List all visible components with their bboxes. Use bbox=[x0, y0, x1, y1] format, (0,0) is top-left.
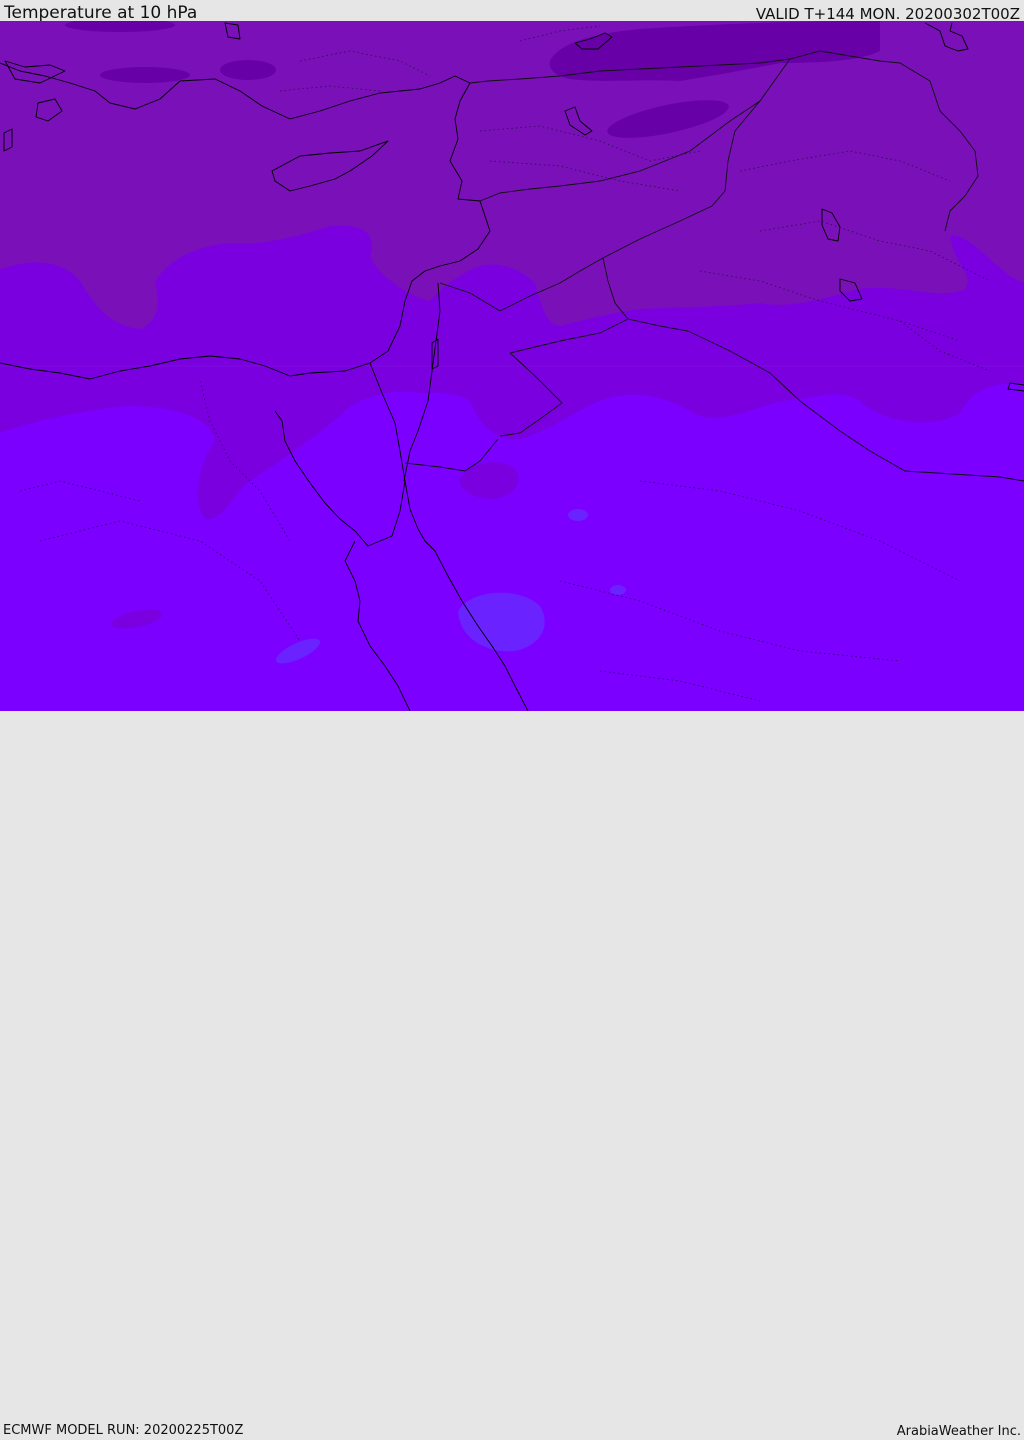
temp-patch-very-cold bbox=[220, 60, 276, 80]
temp-patch-warmest bbox=[568, 509, 588, 521]
brand-credit: ArabiaWeather Inc. bbox=[896, 1424, 1021, 1439]
temperature-map bbox=[0, 21, 1024, 711]
temp-patch-very-cold bbox=[100, 67, 190, 83]
footer-bar: ECMWF MODEL RUN: 20200225T00Z ArabiaWeat… bbox=[0, 711, 1024, 1439]
header-bar: Temperature at 10 hPa VALID T+144 MON. 2… bbox=[0, 0, 1024, 23]
temp-patch-warmest bbox=[610, 585, 626, 595]
model-run: ECMWF MODEL RUN: 20200225T00Z bbox=[3, 1423, 244, 1438]
map-title: Temperature at 10 hPa bbox=[4, 3, 198, 23]
